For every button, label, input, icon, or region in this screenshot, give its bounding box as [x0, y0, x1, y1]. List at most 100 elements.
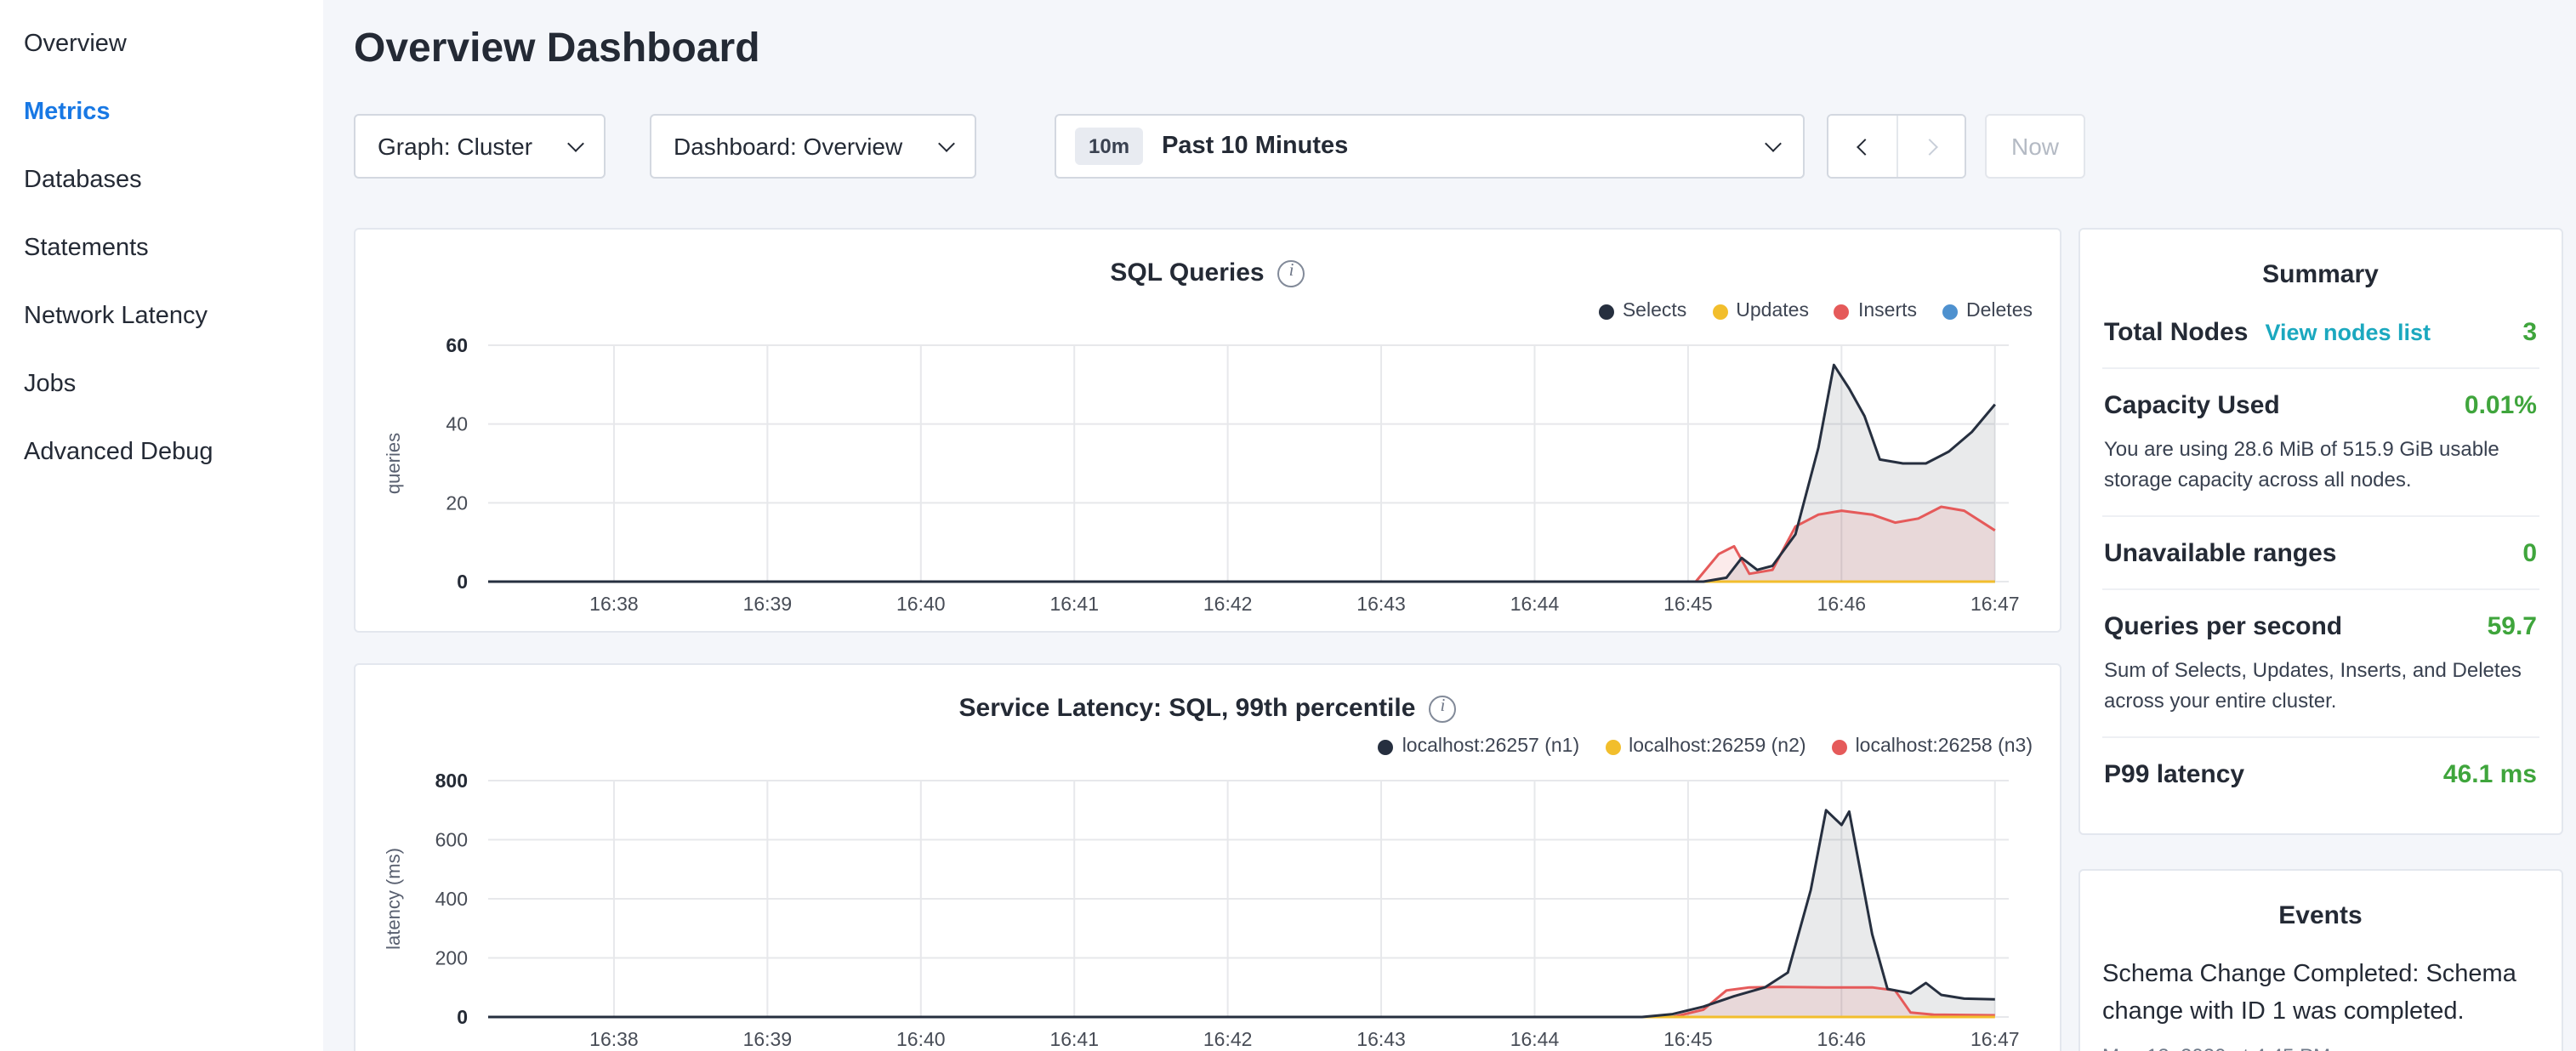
sidebar-item-statements[interactable]: Statements [0, 214, 323, 282]
svg-text:0: 0 [457, 571, 468, 593]
series-line [488, 507, 1995, 582]
sidebar-item-databases[interactable]: Databases [0, 146, 323, 214]
event-item[interactable]: Schema Change Completed: Schema change w… [2102, 956, 2539, 1051]
svg-text:16:39: 16:39 [743, 593, 793, 615]
chart-plot: 16:3816:3916:4016:4116:4216:4316:4416:45… [355, 760, 2060, 1051]
charts-column: SQL Queries i Selects Updates Inserts Delet… [354, 228, 2061, 1051]
legend-item[interactable]: Deletes [1942, 301, 2033, 321]
summary-label: P99 latency [2104, 760, 2244, 789]
summary-value: 0 [2522, 539, 2537, 568]
legend-label: Selects [1623, 301, 1686, 321]
chart-header: SQL Queries i Selects Updates Inserts Delet… [355, 230, 2060, 325]
legend-dot-icon [1832, 739, 1847, 754]
summary-value: 46.1 ms [2443, 760, 2537, 789]
time-range-badge: 10m [1075, 128, 1143, 165]
time-prev-button[interactable] [1828, 116, 1896, 177]
graph-dropdown[interactable]: Graph: Cluster [354, 114, 606, 179]
svg-text:800: 800 [435, 770, 468, 792]
time-next-button[interactable] [1896, 116, 1965, 177]
svg-text:16:44: 16:44 [1510, 593, 1560, 615]
chart-panel-service-latency: Service Latency: SQL, 99th percentile i … [354, 663, 2061, 1051]
chevron-down-icon [938, 135, 955, 152]
info-icon[interactable]: i [1278, 259, 1305, 287]
legend-label: Inserts [1858, 301, 1917, 321]
svg-text:20: 20 [446, 491, 468, 514]
svg-text:16:38: 16:38 [589, 593, 639, 615]
series-line [488, 365, 1995, 582]
chart-title: Service Latency: SQL, 99th percentile [959, 694, 1416, 723]
series-line [488, 810, 1995, 1017]
summary-label: Capacity Used [2104, 391, 2280, 420]
svg-text:16:46: 16:46 [1817, 593, 1867, 615]
legend-label: Deletes [1966, 301, 2033, 321]
svg-text:16:43: 16:43 [1356, 1028, 1406, 1050]
svg-text:latency (ms): latency (ms) [383, 848, 404, 950]
summary-row: Total Nodes View nodes list 3 [2102, 296, 2539, 369]
svg-text:16:42: 16:42 [1203, 1028, 1253, 1050]
svg-text:60: 60 [446, 334, 468, 356]
svg-text:16:39: 16:39 [743, 1028, 793, 1050]
svg-text:16:45: 16:45 [1663, 593, 1713, 615]
svg-text:16:43: 16:43 [1356, 593, 1406, 615]
summary-panel: Summary Total NodesView nodes list3Capac… [2078, 228, 2562, 835]
event-timestamp: May 13, 2020 at 4:45 PM [2102, 1044, 2539, 1051]
sidebar-item-overview[interactable]: Overview [0, 10, 323, 78]
legend-dot-icon [1605, 739, 1620, 754]
summary-label: Unavailable ranges [2104, 539, 2336, 568]
chevron-right-icon [1920, 138, 1937, 155]
summary-value: 3 [2522, 318, 2537, 347]
main-content: Overview Dashboard Graph: Cluster Dashbo… [323, 0, 2576, 1051]
svg-text:16:38: 16:38 [589, 1028, 639, 1050]
summary-row: Capacity Used0.01%You are using 28.6 MiB… [2102, 369, 2539, 517]
legend-label: localhost:26259 (n2) [1629, 736, 1805, 757]
legend-label: localhost:26257 (n1) [1402, 736, 1579, 757]
sidebar-item-jobs[interactable]: Jobs [0, 350, 323, 418]
dashboard-dropdown[interactable]: Dashboard: Overview [650, 114, 976, 179]
sidebar-nav: OverviewMetricsDatabasesStatementsNetwor… [0, 0, 323, 1051]
legend-item[interactable]: Updates [1712, 301, 1809, 321]
chart-header: Service Latency: SQL, 99th percentile i … [355, 665, 2060, 760]
legend-item[interactable]: localhost:26259 (n2) [1605, 736, 1805, 757]
now-button[interactable]: Now [1985, 114, 2085, 179]
legend-item[interactable]: Selects [1599, 301, 1686, 321]
svg-text:16:40: 16:40 [896, 1028, 946, 1050]
side-column: Summary Total NodesView nodes list3Capac… [2078, 228, 2562, 1051]
chart-legend: localhost:26257 (n1) localhost:26259 (n2)… [1379, 736, 2033, 757]
legend-item[interactable]: Inserts [1834, 301, 1917, 321]
svg-text:16:46: 16:46 [1817, 1028, 1867, 1050]
chart-body: 16:3816:3916:4016:4116:4216:4316:4416:45… [355, 760, 2060, 1051]
chart-body: 16:3816:3916:4016:4116:4216:4316:4416:45… [355, 325, 2060, 634]
summary-value: 0.01% [2465, 391, 2537, 420]
svg-text:16:44: 16:44 [1510, 1028, 1560, 1050]
legend-dot-icon [1834, 304, 1850, 319]
legend-dot-icon [1942, 304, 1958, 319]
time-range-selector[interactable]: 10m Past 10 Minutes [1055, 114, 1805, 179]
svg-text:400: 400 [435, 888, 468, 910]
chart-plot: 16:3816:3916:4016:4116:4216:4316:4416:45… [355, 325, 2060, 634]
summary-label: Queries per second [2104, 612, 2342, 641]
svg-text:16:41: 16:41 [1049, 1028, 1099, 1050]
sidebar-item-metrics[interactable]: Metrics [0, 78, 323, 146]
legend-item[interactable]: localhost:26257 (n1) [1379, 736, 1579, 757]
info-icon[interactable]: i [1429, 695, 1456, 722]
legend-item[interactable]: localhost:26258 (n3) [1832, 736, 2033, 757]
legend-dot-icon [1712, 304, 1727, 319]
summary-label: Total Nodes [2104, 318, 2248, 347]
chart-legend: Selects Updates Inserts Deletes [1599, 301, 2033, 321]
summary-rows: Total Nodes View nodes list 3 Capacity Used… [2102, 296, 2539, 810]
sidebar-item-network-latency[interactable]: Network Latency [0, 282, 323, 350]
svg-text:0: 0 [457, 1006, 468, 1028]
events-list: Schema Change Completed: Schema change w… [2102, 956, 2539, 1051]
sidebar-item-advanced-debug[interactable]: Advanced Debug [0, 418, 323, 486]
graph-dropdown-label: Graph: Cluster [378, 133, 532, 160]
events-panel: Events Schema Change Completed: Schema c… [2078, 869, 2562, 1051]
series-area [488, 987, 1995, 1017]
view-nodes-list-link[interactable]: View nodes list [2265, 320, 2431, 345]
svg-text:queries: queries [383, 433, 404, 494]
event-message: Schema Change Completed: Schema change w… [2102, 956, 2539, 1032]
chart-title: SQL Queries [1110, 258, 1264, 287]
svg-text:200: 200 [435, 947, 468, 969]
svg-text:16:40: 16:40 [896, 593, 946, 615]
summary-row: Queries per second59.7Sum of Selects, Up… [2102, 590, 2539, 738]
time-nav-group [1827, 114, 1966, 179]
